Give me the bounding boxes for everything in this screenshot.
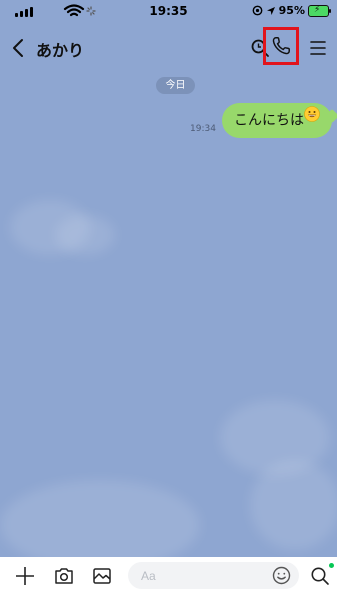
grinning-face-icon — [304, 101, 320, 136]
camera-button[interactable] — [53, 565, 75, 587]
emoji-icon — [272, 566, 291, 585]
chevron-left-icon — [13, 39, 23, 57]
search-button-bottom[interactable] — [309, 563, 334, 587]
chat-header: あかり — [0, 27, 337, 65]
message-bubble[interactable]: こんにちは — [222, 103, 332, 138]
menu-icon — [310, 41, 326, 55]
notification-dot — [329, 563, 334, 568]
location-icon — [266, 6, 275, 15]
charging-bolt-icon: ⚡ — [314, 4, 321, 15]
message-time: 19:34 — [190, 124, 216, 134]
input-bar — [0, 557, 337, 595]
battery-icon: ⚡ — [308, 4, 331, 17]
message-input[interactable] — [141, 566, 266, 585]
emoji-button[interactable] — [271, 565, 292, 586]
phone-icon — [272, 37, 290, 55]
cloud-decoration — [250, 460, 337, 550]
chat-name: あかり — [36, 41, 85, 60]
plus-icon — [16, 567, 34, 585]
orientation-lock-icon — [252, 5, 263, 16]
chat-screen: 19:35 95% ⚡ あかり 今日 19:34 こんにちは Aa — [0, 0, 337, 595]
cloud-decoration — [55, 215, 115, 255]
status-bar: 19:35 95% ⚡ — [0, 0, 337, 22]
status-right: 95% ⚡ — [252, 4, 331, 17]
image-icon — [93, 568, 111, 584]
back-button[interactable] — [9, 36, 29, 60]
call-button[interactable] — [263, 27, 299, 65]
search-icon — [251, 39, 269, 57]
add-button[interactable] — [14, 565, 36, 587]
camera-icon — [55, 568, 73, 584]
date-separator: 今日 — [156, 77, 195, 94]
message-text: こんにちは — [234, 112, 304, 129]
battery-percent: 95% — [278, 4, 305, 17]
message-input-box — [128, 562, 299, 589]
menu-button[interactable] — [306, 36, 330, 60]
image-button[interactable] — [91, 565, 113, 587]
search-icon — [311, 567, 329, 585]
